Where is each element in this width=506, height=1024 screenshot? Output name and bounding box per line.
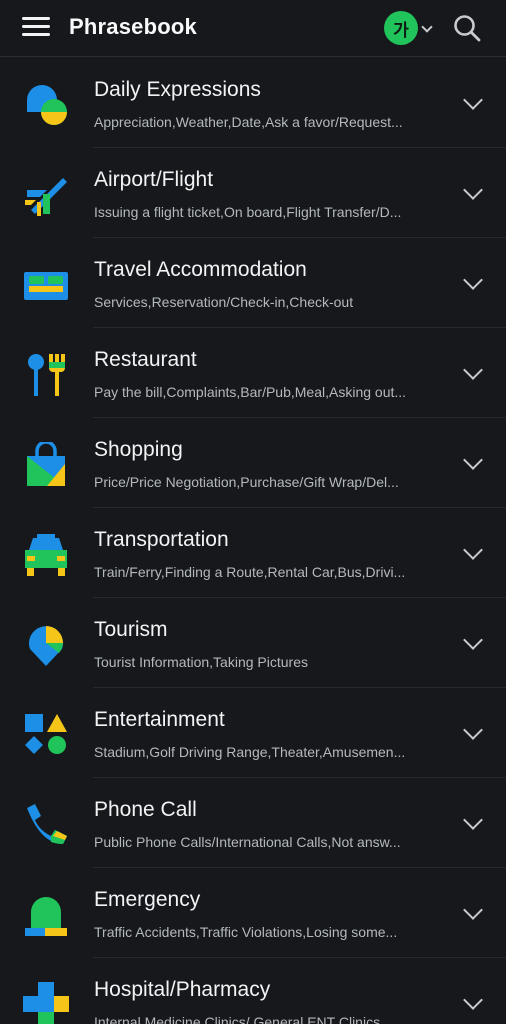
chevron-down-icon[interactable] [463, 90, 483, 110]
category-row-airport-flight[interactable]: Airport/Flight Issuing a flight ticket,O… [0, 148, 506, 238]
category-row-tourism[interactable]: Tourism Tourist Information,Taking Pictu… [0, 598, 506, 688]
category-title: Airport/Flight [94, 168, 214, 191]
category-row-transportation[interactable]: Transportation Train/Ferry,Finding a Rou… [0, 508, 506, 598]
category-subtitle: Traffic Accidents,Traffic Violations,Los… [94, 924, 398, 940]
category-row-hospital-pharmacy[interactable]: Hospital/Pharmacy Internal Medicine Clin… [0, 958, 506, 1024]
chevron-down-icon[interactable] [463, 900, 483, 920]
category-title: Phone Call [94, 798, 197, 821]
category-title: Travel Accommodation [94, 258, 307, 281]
category-row-travel-accommodation[interactable]: Travel Accommodation Services,Reservatio… [0, 238, 506, 328]
app-header: Phrasebook 가 [0, 0, 506, 57]
taxi-icon [25, 534, 67, 576]
category-subtitle: Train/Ferry,Finding a Route,Rental Car,B… [94, 564, 406, 580]
category-subtitle: Internal Medicine Clinics/ General ENT C… [94, 1014, 381, 1024]
chevron-down-icon[interactable] [463, 630, 483, 650]
category-subtitle: Appreciation,Weather,Date,Ask a favor/Re… [94, 114, 403, 130]
shopping-bag-icon [27, 442, 65, 486]
chevron-down-icon[interactable] [463, 990, 483, 1010]
category-title: Entertainment [94, 708, 225, 731]
category-title: Transportation [94, 528, 229, 551]
category-row-phone-call[interactable]: Phone Call Public Phone Calls/Internatio… [0, 778, 506, 868]
chevron-down-icon [421, 21, 433, 33]
category-subtitle: Stadium,Golf Driving Range,Theater,Amuse… [94, 744, 406, 760]
chevron-down-icon[interactable] [463, 180, 483, 200]
category-row-daily-expressions[interactable]: Daily Expressions Appreciation,Weather,D… [0, 58, 506, 148]
daily-expressions-icon [27, 85, 67, 125]
category-list: Daily Expressions Appreciation,Weather,D… [0, 58, 506, 1024]
airplane-icon [25, 178, 67, 216]
category-row-entertainment[interactable]: Entertainment Stadium,Golf Driving Range… [0, 688, 506, 778]
map-pin-icon [29, 626, 63, 666]
category-subtitle: Pay the bill,Complaints,Bar/Pub,Meal,Ask… [94, 384, 407, 400]
category-row-restaurant[interactable]: Restaurant Pay the bill,Complaints,Bar/P… [0, 328, 506, 418]
menu-icon[interactable] [22, 15, 50, 39]
chevron-down-icon[interactable] [463, 810, 483, 830]
category-subtitle: Issuing a flight ticket,On board,Flight … [94, 204, 402, 220]
shapes-icon [25, 714, 67, 754]
category-title: Emergency [94, 888, 201, 911]
siren-icon [25, 897, 67, 936]
chevron-down-icon[interactable] [463, 360, 483, 380]
bed-icon [24, 272, 68, 300]
category-subtitle: Public Phone Calls/International Calls,N… [94, 834, 401, 850]
page-title: Phrasebook [69, 14, 197, 39]
language-badge: 가 [384, 11, 418, 45]
medical-cross-icon [23, 982, 69, 1024]
category-title: Restaurant [94, 348, 197, 371]
phone-icon [27, 804, 67, 844]
chevron-down-icon[interactable] [463, 450, 483, 470]
cutlery-icon [28, 354, 65, 396]
category-subtitle: Services,Reservation/Check-in,Check-out [94, 294, 354, 310]
chevron-down-icon[interactable] [463, 540, 483, 560]
category-title: Hospital/Pharmacy [94, 978, 271, 1001]
chevron-down-icon[interactable] [463, 720, 483, 740]
category-title: Tourism [94, 618, 168, 641]
search-icon[interactable] [452, 13, 482, 43]
category-title: Shopping [94, 438, 183, 461]
category-row-shopping[interactable]: Shopping Price/Price Negotiation,Purchas… [0, 418, 506, 508]
category-row-emergency[interactable]: Emergency Traffic Accidents,Traffic Viol… [0, 868, 506, 958]
category-subtitle: Tourist Information,Taking Pictures [94, 654, 308, 670]
category-title: Daily Expressions [94, 78, 261, 101]
category-subtitle: Price/Price Negotiation,Purchase/Gift Wr… [94, 474, 399, 490]
language-selector-button[interactable]: 가 [384, 11, 436, 45]
chevron-down-icon[interactable] [463, 270, 483, 290]
